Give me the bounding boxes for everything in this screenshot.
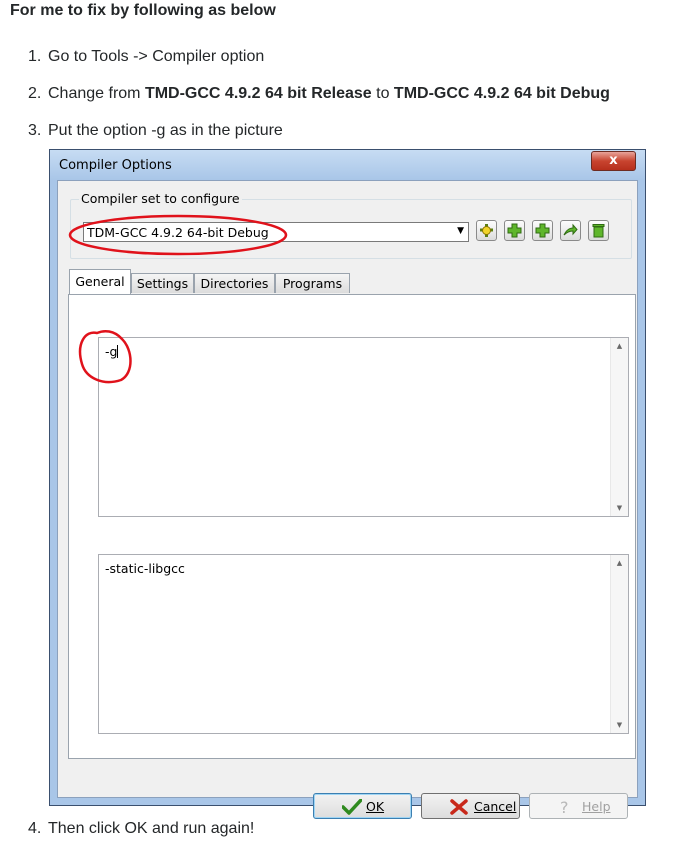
tab-label: General <box>75 274 125 289</box>
compiler-options-dialog: Compiler Options x Compiler set to confi… <box>49 149 646 819</box>
ok-label: OK <box>366 799 385 814</box>
step-bold-debug: TMD-GCC 4.9.2 64 bit Debug <box>393 85 610 102</box>
step-text: Put the option -g as in the picture <box>48 122 283 139</box>
help-button[interactable]: ? Help <box>529 793 628 819</box>
help-label: Help <box>582 799 611 814</box>
chevron-down-icon: ▼ <box>457 226 464 236</box>
tab-label: Directories <box>200 276 269 291</box>
add-compiler-set-button[interactable] <box>504 220 525 241</box>
scroll-down-icon[interactable]: ▼ <box>611 721 628 729</box>
close-button[interactable]: x <box>591 151 636 171</box>
step-4: 4. Then click OK and run again! <box>28 820 254 838</box>
close-icon: x <box>609 153 618 168</box>
dialog-titlebar[interactable]: Compiler Options x <box>50 150 645 180</box>
general-tab-panel: -g ▲ ▼ -static-libgcc ▲ ▼ <box>68 294 636 759</box>
step-2: 2. Change from TMD-GCC 4.9.2 64 bit Relea… <box>28 85 610 103</box>
tab-general[interactable]: General <box>69 269 131 294</box>
step-text-to: to <box>371 85 394 102</box>
compiler-set-dropdown[interactable]: TDM-GCC 4.9.2 64-bit Debug ▼ <box>83 222 469 242</box>
step-number: 1. <box>28 48 42 65</box>
text-caret <box>117 345 119 358</box>
scroll-down-icon[interactable]: ▼ <box>611 504 628 512</box>
add-compiler-icon <box>535 223 550 238</box>
dialog-title: Compiler Options <box>59 158 172 173</box>
ok-button[interactable]: OK <box>313 793 412 819</box>
step-3: 3. Put the option -g as in the picture <box>28 122 283 140</box>
tab-directories[interactable]: Directories <box>194 273 275 293</box>
cancel-label: Cancel <box>474 799 517 814</box>
cancel-button[interactable]: Cancel <box>421 793 520 819</box>
compiler-set-value: TDM-GCC 4.9.2 64-bit Debug <box>87 225 269 240</box>
compiler-set-group: Compiler set to configure TDM-GCC 4.9.2 … <box>70 191 632 259</box>
tab-programs[interactable]: Programs <box>275 273 350 293</box>
scroll-up-icon[interactable]: ▲ <box>611 342 628 350</box>
linker-options-value: -static-libgcc <box>105 561 185 576</box>
find-compilers-button[interactable] <box>476 220 497 241</box>
compiler-set-label: Compiler set to configure <box>79 191 242 206</box>
svg-text:?: ? <box>560 799 569 815</box>
delete-compiler-icon <box>592 224 605 238</box>
rename-compiler-set-button[interactable] <box>560 220 581 241</box>
step-bold-release: TMD-GCC 4.9.2 64 bit Release <box>144 85 372 102</box>
vertical-scrollbar[interactable]: ▲ ▼ <box>610 555 628 733</box>
add-empty-compiler-set-button[interactable] <box>532 220 553 241</box>
checkmark-icon <box>342 799 362 815</box>
step-number: 3. <box>28 122 42 139</box>
step-text: Change from <box>48 85 145 102</box>
step-1: 1. Go to Tools -> Compiler option <box>28 48 264 66</box>
step-text: Then click OK and run again! <box>48 820 255 837</box>
find-compilers-icon <box>480 224 493 237</box>
add-compiler-icon <box>507 223 522 238</box>
dialog-client-area: Compiler set to configure TDM-GCC 4.9.2 … <box>57 180 638 819</box>
scroll-up-icon[interactable]: ▲ <box>611 559 628 567</box>
delete-compiler-set-button[interactable] <box>588 220 609 241</box>
compiler-options-textbox[interactable]: -g ▲ ▼ <box>98 337 629 517</box>
step-number: 2. <box>28 85 42 102</box>
rename-compiler-icon <box>563 223 578 236</box>
tab-label: Programs <box>282 276 343 291</box>
tab-settings[interactable]: Settings <box>131 273 194 293</box>
tab-label: Settings <box>136 276 189 291</box>
question-mark-icon: ? <box>560 799 569 815</box>
compiler-options-value: -g <box>105 344 119 359</box>
vertical-scrollbar[interactable]: ▲ ▼ <box>610 338 628 516</box>
page-heading: For me to fix by following as below <box>10 2 276 19</box>
cross-icon <box>450 799 468 815</box>
step-number: 4. <box>28 820 42 837</box>
linker-options-textbox[interactable]: -static-libgcc ▲ ▼ <box>98 554 629 734</box>
step-text: Go to Tools -> Compiler option <box>48 48 265 65</box>
